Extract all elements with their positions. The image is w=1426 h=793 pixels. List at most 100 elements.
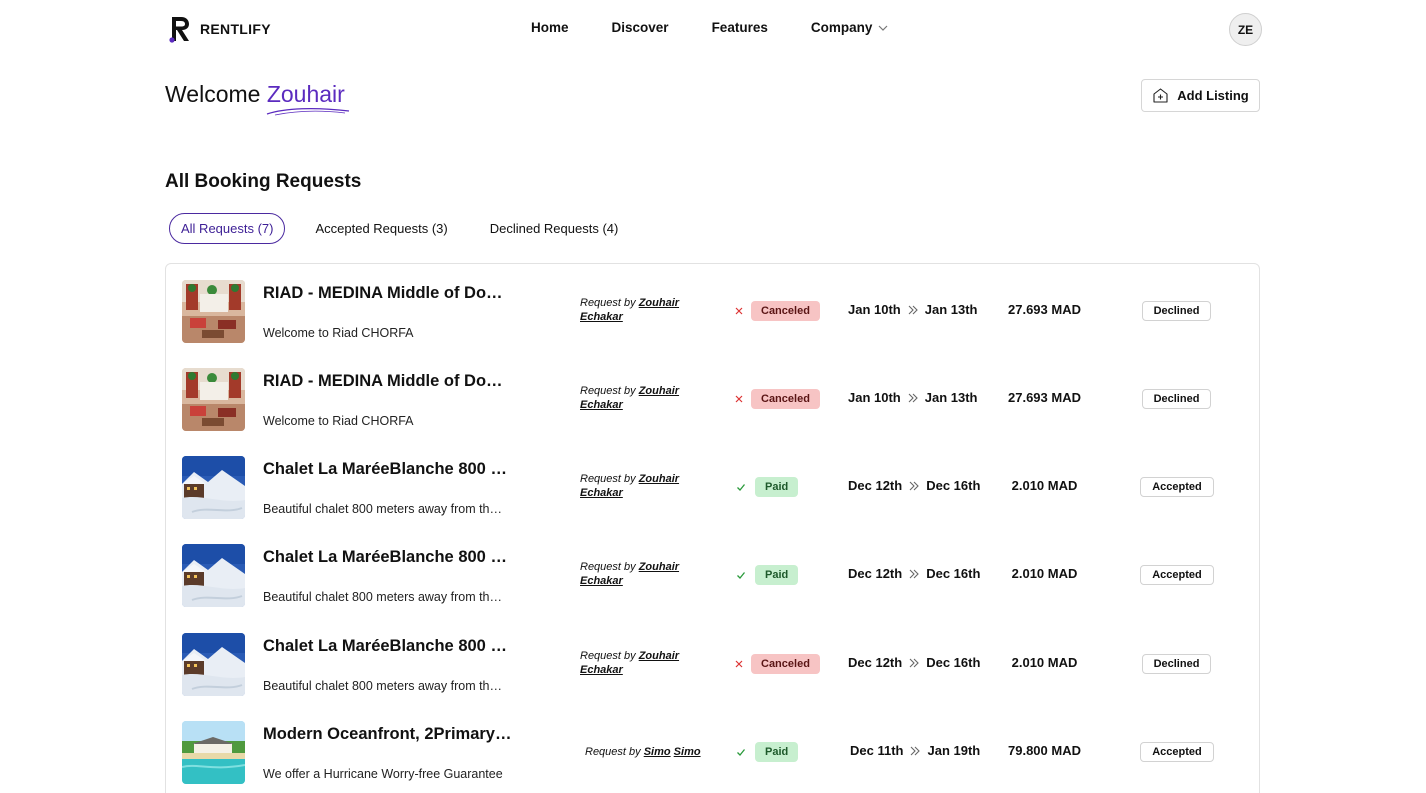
listing-description: Beautiful chalet 800 meters away from th… <box>263 502 503 516</box>
requester-info: Request by Simo Simo <box>585 745 725 759</box>
nav-company-dropdown[interactable]: Company <box>811 20 889 35</box>
listing-title: Chalet La MaréeBlanche 800 meters <box>263 460 513 478</box>
payment-status-badge: Paid <box>755 742 799 762</box>
date-from: Jan 10th <box>848 390 901 405</box>
nav-discover-link[interactable]: Discover <box>612 20 669 35</box>
listing-title: Chalet La MaréeBlanche 800 meters <box>263 637 513 655</box>
rentlify-logo-icon <box>169 17 189 43</box>
tab-accepted-requests[interactable]: Accepted Requests (3) <box>315 213 447 244</box>
request-by-label: Request by <box>580 650 639 662</box>
main-menu: Home Discover Features Company <box>531 20 931 35</box>
date-from: Dec 11th <box>850 743 904 758</box>
user-name-text: Zouhair <box>266 81 345 107</box>
payment-status-badge: Canceled <box>751 301 820 321</box>
requester-last-name-link[interactable]: Echakar <box>580 311 623 323</box>
tab-all-requests[interactable]: All Requests (7) <box>169 213 286 244</box>
table-row[interactable]: Chalet La MaréeBlanche 800 meters Beauti… <box>166 528 1259 616</box>
listing-thumbnail <box>182 721 245 784</box>
listing-title: RIAD - MEDINA Middle of Downtown <box>263 284 513 302</box>
date-from: Jan 10th <box>848 302 901 317</box>
decision-badge[interactable]: Accepted <box>1140 742 1214 762</box>
requester-info: Request by Zouhair Echakar <box>580 649 705 677</box>
payment-status-badge: Paid <box>755 565 799 585</box>
table-row[interactable]: Modern Oceanfront, 2Primary Suites We of… <box>166 705 1259 793</box>
table-row[interactable]: RIAD - MEDINA Middle of Downtown Welcome… <box>166 264 1259 352</box>
requester-last-name-link[interactable]: Simo <box>674 746 701 758</box>
listing-description: Welcome to Riad CHORFA <box>263 414 414 428</box>
request-by-label: Request by <box>580 473 639 485</box>
request-by-label: Request by <box>585 746 644 758</box>
tab-declined-requests[interactable]: Declined Requests (4) <box>490 213 619 244</box>
requester-last-name-link[interactable]: Echakar <box>580 487 623 499</box>
brand-logo[interactable]: RENTLIFY <box>168 14 271 44</box>
listing-thumbnail <box>182 280 245 343</box>
request-by-label: Request by <box>580 385 639 397</box>
requester-first-name-link[interactable]: Zouhair <box>639 650 679 662</box>
table-row[interactable]: Chalet La MaréeBlanche 800 meters Beauti… <box>166 440 1259 528</box>
requester-first-name-link[interactable]: Zouhair <box>639 561 679 573</box>
table-row[interactable]: Chalet La MaréeBlanche 800 meters Beauti… <box>166 617 1259 705</box>
request-by-label: Request by <box>580 561 639 573</box>
chevron-right-icon <box>908 305 918 314</box>
requester-last-name-link[interactable]: Echakar <box>580 575 623 587</box>
decision-badge[interactable]: Accepted <box>1140 477 1214 497</box>
listing-thumbnail <box>182 456 245 519</box>
table-row[interactable]: RIAD - MEDINA Middle of Downtown Welcome… <box>166 352 1259 440</box>
booking-price: 2.010 MAD <box>1011 566 1078 581</box>
add-listing-button[interactable]: Add Listing <box>1141 79 1260 112</box>
date-from: Dec 12th <box>848 478 903 493</box>
booking-dates: Dec 12th Dec 16th <box>848 478 980 493</box>
payment-status-badge: Canceled <box>751 654 820 674</box>
section-title: All Booking Requests <box>165 171 362 192</box>
date-to: Jan 13th <box>924 302 978 317</box>
booking-dates: Jan 10th Jan 13th <box>848 390 978 405</box>
swash-underline-icon <box>266 107 349 116</box>
decision-badge[interactable]: Declined <box>1142 654 1211 674</box>
requester-first-name-link[interactable]: Zouhair <box>639 385 679 397</box>
requester-first-name-link[interactable]: Zouhair <box>639 473 679 485</box>
request-filter-tabs: All Requests (7) Accepted Requests (3) D… <box>169 213 618 244</box>
brand-name: RENTLIFY <box>200 21 271 37</box>
date-to: Jan 13th <box>924 390 978 405</box>
listing-thumbnail <box>182 633 245 696</box>
add-listing-label: Add Listing <box>1177 88 1249 103</box>
close-icon <box>733 304 745 316</box>
listing-title: Modern Oceanfront, 2Primary Suites <box>263 725 513 743</box>
payment-status-badge: Paid <box>755 477 799 497</box>
requester-info: Request by Zouhair Echakar <box>580 472 705 500</box>
decision-badge[interactable]: Declined <box>1142 301 1211 321</box>
chevron-right-icon <box>911 746 921 755</box>
chevron-right-icon <box>909 481 919 490</box>
booking-dates: Dec 11th Jan 19th <box>850 743 980 758</box>
nav-features-label: Features <box>711 20 768 35</box>
page-title: Welcome Zouhair <box>165 81 349 116</box>
listing-description: Welcome to Riad CHORFA <box>263 326 414 340</box>
nav-home-link[interactable]: Home <box>531 20 569 35</box>
chevron-down-icon <box>878 25 888 31</box>
date-to: Dec 16th <box>926 566 981 581</box>
chevron-right-icon <box>909 569 919 578</box>
check-icon <box>735 568 747 580</box>
requester-last-name-link[interactable]: Echakar <box>580 664 623 676</box>
nav-features-link[interactable]: Features <box>712 20 768 35</box>
date-from: Dec 12th <box>848 566 903 581</box>
listing-thumbnail <box>182 368 245 431</box>
booking-requests-table: RIAD - MEDINA Middle of Downtown Welcome… <box>165 263 1260 793</box>
decision-badge[interactable]: Accepted <box>1140 565 1214 585</box>
booking-dates: Dec 12th Dec 16th <box>848 655 980 670</box>
decision-badge[interactable]: Declined <box>1142 389 1211 409</box>
listing-thumbnail <box>182 544 245 607</box>
request-by-label: Request by <box>580 297 639 309</box>
nav-company-label: Company <box>810 20 873 35</box>
chevron-right-icon <box>909 658 919 667</box>
requester-last-name-link[interactable]: Echakar <box>580 399 623 411</box>
requester-info: Request by Zouhair Echakar <box>580 384 705 412</box>
date-to: Dec 16th <box>926 655 981 670</box>
listing-title: Chalet La MaréeBlanche 800 meters <box>263 548 513 566</box>
requester-first-name-link[interactable]: Zouhair <box>639 297 679 309</box>
user-avatar[interactable]: ZE <box>1229 13 1262 46</box>
date-to: Dec 16th <box>926 478 981 493</box>
requester-first-name-link[interactable]: Simo <box>644 746 671 758</box>
check-icon <box>735 745 747 757</box>
listing-description: Beautiful chalet 800 meters away from th… <box>263 590 503 604</box>
